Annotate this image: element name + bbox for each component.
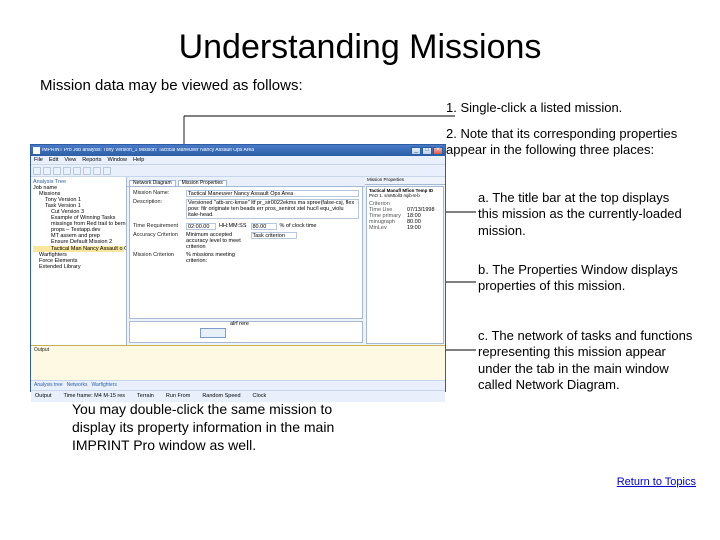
status-output: Output — [35, 393, 52, 399]
properties-window: Mission Properties Tactical Manufl Mfion… — [365, 177, 445, 345]
tree-item[interactable]: Extended Library — [33, 264, 124, 270]
output-pane: Output — [31, 345, 445, 380]
properties-header-2: PnO 1. smMtoll3 mjib-8-b — [369, 194, 441, 199]
property-label: MinLev — [369, 225, 407, 231]
diagram-label: alrf rere — [230, 321, 249, 327]
instruction-step-2: 2. Note that its corresponding propertie… — [446, 126, 696, 159]
bottom-tab-analysis-tree[interactable]: Analysis tree — [34, 383, 63, 389]
accuracy-label: Accuracy Criterion — [133, 232, 183, 238]
output-label: Output — [34, 348, 442, 354]
crit-met-value: % of clock time — [280, 223, 317, 229]
bottom-tab-networks[interactable]: Networks — [67, 383, 88, 389]
menu-reports[interactable]: Reports — [82, 157, 101, 163]
toolbar-button[interactable] — [103, 167, 111, 175]
time-req-field[interactable]: 02:00.00 — [186, 223, 216, 230]
network-diagram-area[interactable]: alrf rere — [129, 321, 363, 343]
main-pane: Network Diagram Mission Properties Missi… — [127, 177, 365, 345]
status-frames: Time frame: M4 M-15 res — [64, 393, 126, 399]
app-icon — [33, 147, 40, 154]
toolbar-button[interactable] — [83, 167, 91, 175]
toolbar-button[interactable] — [63, 167, 71, 175]
titlebar-text: IMPRINT Pro Job analysis: Tony Version_1… — [42, 148, 410, 154]
statusbar: Output Time frame: M4 M-15 res Terrain R… — [31, 390, 445, 402]
instruction-c: c. The network of tasks and functions re… — [478, 328, 700, 393]
toolbar — [31, 165, 445, 177]
instruction-a: a. The title bar at the top displays thi… — [478, 190, 692, 239]
properties-title: Mission Properties — [367, 178, 404, 183]
accuracy-help-text: Minimum accepted accuracy level to meet … — [186, 232, 247, 250]
minimize-button[interactable]: _ — [411, 147, 421, 155]
toolbar-button[interactable] — [93, 167, 101, 175]
status-runfrom: Run From — [166, 393, 190, 399]
tip-text: You may double-click the same mission to… — [72, 400, 378, 455]
time-req-label: Time Requirement — [133, 223, 183, 229]
property-value: 19:00 — [407, 225, 441, 231]
menu-file[interactable]: File — [34, 157, 43, 163]
page-title: Understanding Missions — [0, 0, 720, 77]
close-button[interactable]: × — [433, 147, 443, 155]
property-row: MinLev 19:00 — [369, 225, 441, 231]
mission-criterion-label: Mission Criterion — [133, 252, 183, 258]
description-label: Description: — [133, 199, 183, 205]
toolbar-button[interactable] — [53, 167, 61, 175]
mission-name-field[interactable]: Tactical Maneuver Nancy Assault Ops Area — [186, 190, 359, 197]
app-window: IMPRINT Pro Job analysis: Tony Version_1… — [30, 144, 446, 392]
titlebar: IMPRINT Pro Job analysis: Tony Version_1… — [31, 145, 445, 156]
properties-body: Tactical Manufl Mfion Temp ID PnO 1. smM… — [366, 186, 444, 344]
description-field[interactable]: Versioned "atb-src-kmse" ltf pr_sir0022e… — [186, 199, 359, 219]
content-area: 1. Single-click a listed mission. 2. Not… — [0, 100, 720, 520]
menu-edit[interactable]: Edit — [49, 157, 58, 163]
instruction-step-1: 1. Single-click a listed mission. — [446, 100, 688, 116]
bottom-tab-warfighters[interactable]: Warfighters — [91, 383, 116, 389]
accuracy-field[interactable]: 80.00 — [251, 223, 277, 230]
network-node[interactable] — [200, 328, 226, 338]
bottom-tab-strip: Analysis tree Networks Warfighters — [31, 380, 445, 390]
toolbar-button[interactable] — [73, 167, 81, 175]
menu-window[interactable]: Window — [107, 157, 127, 163]
page-subtitle: Mission data may be viewed as follows: — [0, 77, 720, 100]
menu-help[interactable]: Help — [133, 157, 144, 163]
time-unit-label: HH:MM:SS — [219, 223, 247, 229]
status-terrain: Terrain — [137, 393, 154, 399]
menu-view[interactable]: View — [64, 157, 76, 163]
toolbar-button[interactable] — [43, 167, 51, 175]
crit-met-label: % missions meeting criterion: — [186, 252, 247, 264]
status-clock: Clock — [253, 393, 267, 399]
instruction-b: b. The Properties Window displays proper… — [478, 262, 692, 295]
toolbar-button[interactable] — [33, 167, 41, 175]
return-to-topics-link[interactable]: Return to Topics — [617, 476, 696, 488]
mission-properties-form: Mission Name: Tactical Maneuver Nancy As… — [129, 186, 363, 319]
analysis-tree-pane[interactable]: Analysis Tree Job name Missions Tony Ver… — [31, 177, 127, 345]
menubar: File Edit View Reports Window Help — [31, 156, 445, 165]
task-criterion-field[interactable]: Task criterion — [251, 232, 297, 239]
status-random: Random Speed — [202, 393, 240, 399]
maximize-button[interactable]: □ — [422, 147, 432, 155]
mission-name-label: Mission Name: — [133, 190, 183, 196]
